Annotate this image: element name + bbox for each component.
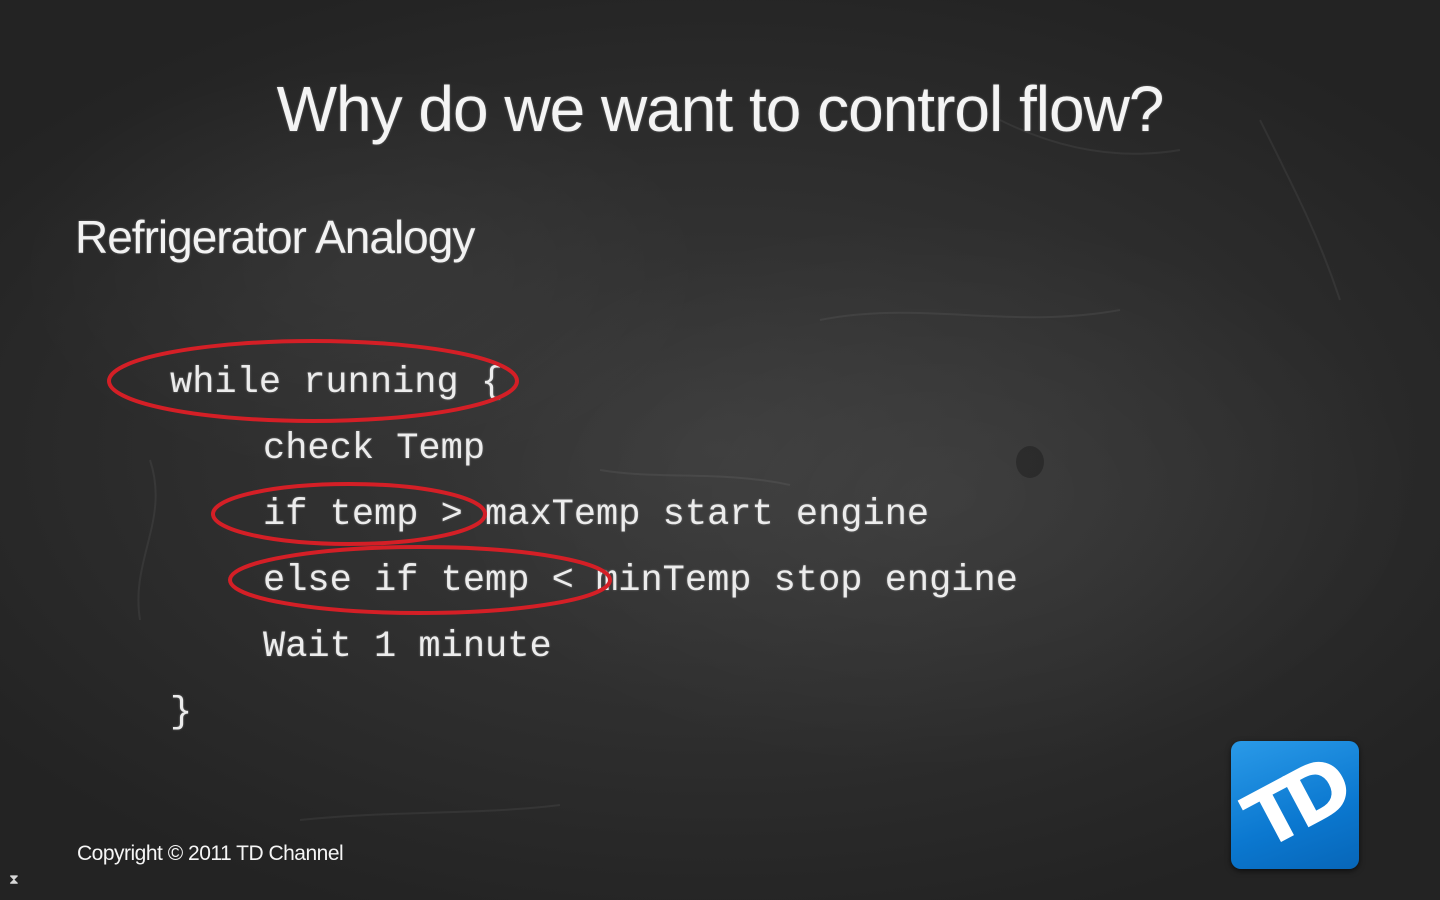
code-line-check: check Temp xyxy=(263,428,486,470)
logo-text: TD xyxy=(1231,742,1359,868)
code-line-while: while running { xyxy=(170,362,504,404)
code-line-close-brace: } xyxy=(170,692,193,734)
slide: Why do we want to control flow? Refriger… xyxy=(0,0,1440,900)
copyright-footer: Copyright © 2011 TD Channel xyxy=(77,842,344,865)
slide-title: Why do we want to control flow? xyxy=(276,73,1165,145)
td-channel-logo: TD xyxy=(1231,741,1359,869)
slide-subtitle: Refrigerator Analogy xyxy=(75,211,475,263)
hourglass-icon: ⧗ xyxy=(9,872,19,888)
code-line-else-if: else if temp < minTemp stop engine xyxy=(263,560,1018,602)
code-line-wait: Wait 1 minute xyxy=(263,626,552,668)
code-line-if: if temp > maxTemp start engine xyxy=(263,494,930,536)
